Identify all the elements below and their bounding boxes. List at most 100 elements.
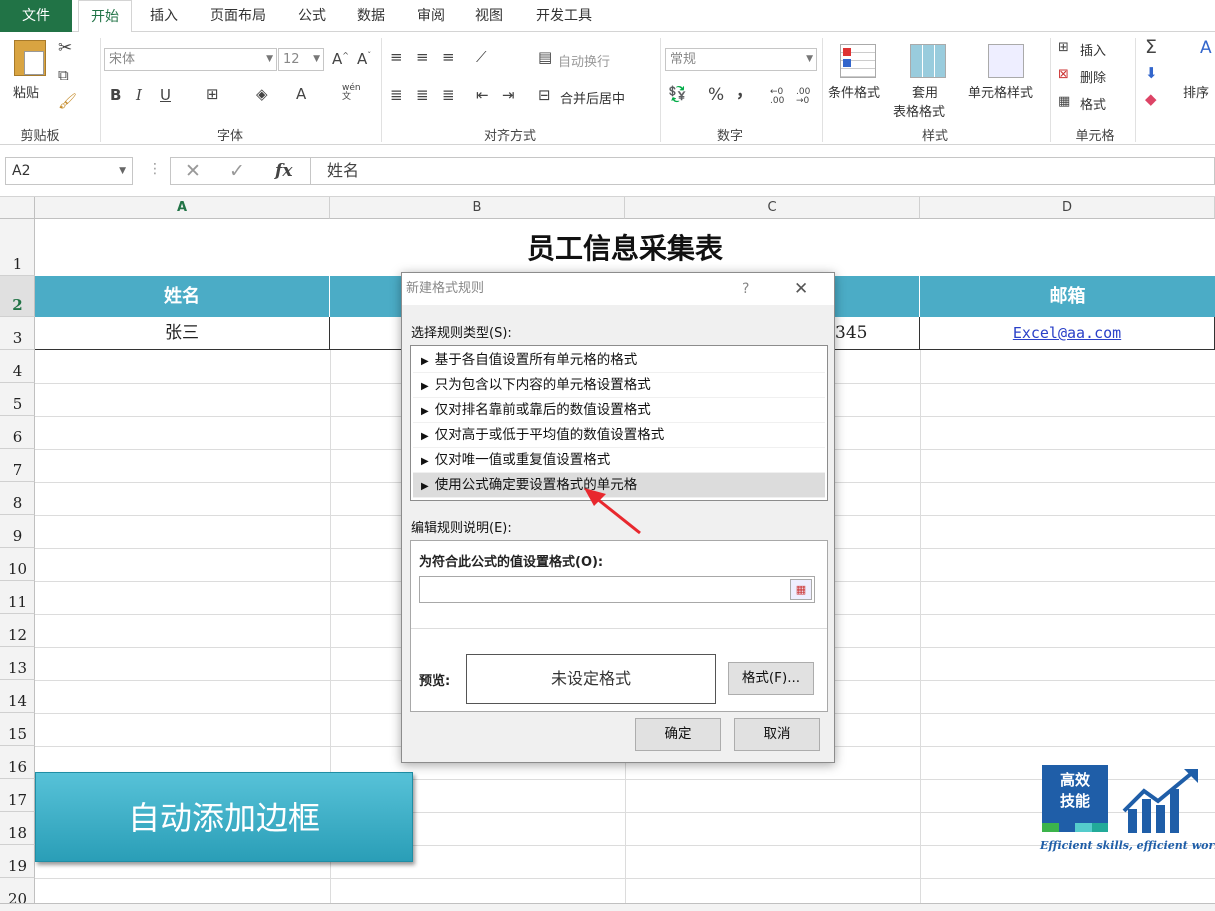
fill-color-icon[interactable]: ◈ [256, 87, 268, 102]
ok-button[interactable]: 确定 [635, 718, 721, 751]
align-center-icon[interactable]: ≣ [416, 88, 429, 103]
row-header[interactable]: 1 [0, 219, 35, 276]
align-middle-icon[interactable]: ≡ [416, 50, 429, 65]
cut-icon[interactable]: ✂ [58, 40, 72, 57]
help-icon[interactable]: ? [742, 273, 749, 305]
auto-border-button[interactable]: 自动添加边框 [35, 772, 413, 862]
row-header[interactable]: 14 [0, 680, 35, 713]
merge-center-icon[interactable]: ⊟ [538, 88, 551, 103]
sheet-title-cell[interactable]: 员工信息采集表 [35, 219, 1215, 276]
format-cells-button[interactable]: 格式 [1080, 94, 1106, 113]
tab-page-layout[interactable]: 页面布局 [200, 0, 276, 32]
align-left-icon[interactable]: ≣ [390, 88, 403, 103]
cancel-button[interactable]: 取消 [734, 718, 820, 751]
font-color-icon[interactable]: A [296, 87, 306, 102]
row-header[interactable]: 17 [0, 779, 35, 812]
cell-styles-button[interactable]: 单元格样式 [968, 82, 1033, 101]
row-header[interactable]: 8 [0, 482, 35, 515]
borders-icon[interactable]: ⊞ [206, 87, 219, 102]
increase-decimal-icon[interactable]: ←0.00 [770, 88, 784, 106]
formula-input[interactable]: 姓名 [310, 157, 1215, 185]
increase-indent-icon[interactable]: ⇥ [502, 88, 515, 103]
column-header-d[interactable]: D [920, 197, 1215, 219]
name-box[interactable]: A2 ▼ [5, 157, 133, 185]
merge-center-button[interactable]: 合并后居中 [560, 88, 625, 107]
rule-item[interactable]: ▶ 仅对排名靠前或靠后的数值设置格式 [413, 398, 825, 423]
row-header[interactable]: 6 [0, 416, 35, 449]
tab-data[interactable]: 数据 [347, 0, 395, 32]
email-link[interactable]: Excel@aa.com [1013, 324, 1121, 342]
rule-item[interactable]: ▶ 仅对唯一值或重复值设置格式 [413, 448, 825, 473]
comma-button[interactable]: ， [736, 84, 753, 101]
wrap-text-icon[interactable]: ▤ [538, 50, 552, 65]
row-header[interactable]: 2 [0, 276, 35, 317]
tab-insert[interactable]: 插入 [140, 0, 188, 32]
tab-home[interactable]: 开始 [78, 0, 132, 33]
format-as-table-line2[interactable]: 表格格式 [893, 101, 945, 120]
insert-cells-button[interactable]: 插入 [1080, 40, 1106, 59]
font-size-combo[interactable]: 12 ▼ [278, 48, 324, 71]
clear-icon[interactable]: ◆ [1145, 92, 1157, 107]
rule-item[interactable]: ▶ 基于各自值设置所有单元格的格式 [413, 348, 825, 373]
orientation-icon[interactable]: ⟋ [476, 50, 487, 65]
row-header[interactable]: 7 [0, 449, 35, 482]
paste-icon[interactable] [14, 40, 46, 76]
data-cell-d3[interactable]: Excel@aa.com [920, 317, 1215, 350]
decrease-indent-icon[interactable]: ⇤ [476, 88, 489, 103]
rule-type-list[interactable]: ▶ 基于各自值设置所有单元格的格式 ▶ 只为包含以下内容的单元格设置格式 ▶ 仅对排名… [410, 345, 828, 501]
row-header[interactable]: 12 [0, 614, 35, 647]
row-header[interactable]: 11 [0, 581, 35, 614]
range-picker-icon[interactable]: ▦ [790, 579, 812, 600]
row-header[interactable]: 16 [0, 746, 35, 779]
row-header[interactable]: 9 [0, 515, 35, 548]
percent-button[interactable]: % [708, 87, 724, 104]
insert-cells-icon[interactable]: ⊞ [1058, 41, 1069, 54]
tab-developer[interactable]: 开发工具 [524, 0, 604, 32]
delete-cells-button[interactable]: 删除 [1080, 67, 1106, 86]
sort-filter-button[interactable]: 排序 [1183, 82, 1209, 101]
copy-icon[interactable]: ⧉ [58, 68, 69, 83]
format-as-table-icon[interactable] [910, 44, 946, 78]
conditional-format-icon[interactable] [840, 44, 876, 78]
data-cell-a3[interactable]: 张三 [35, 317, 330, 350]
bold-button[interactable]: B [110, 88, 121, 103]
accounting-format-icon[interactable]: 💱 [668, 87, 687, 102]
tab-view[interactable]: 视图 [466, 0, 512, 32]
delete-cells-icon[interactable]: ⊠ [1058, 68, 1069, 81]
column-header-c[interactable]: C [625, 197, 920, 219]
fill-icon[interactable]: ⬇ [1145, 66, 1158, 81]
sort-filter-icon[interactable]: A [1200, 40, 1212, 57]
align-top-icon[interactable]: ≡ [390, 50, 403, 65]
select-all-corner[interactable] [0, 197, 35, 219]
row-header[interactable]: 3 [0, 317, 35, 350]
cell-styles-icon[interactable] [988, 44, 1024, 78]
tab-file[interactable]: 文件 [0, 0, 72, 32]
row-header[interactable]: 5 [0, 383, 35, 416]
insert-function-icon[interactable]: fx [275, 161, 292, 181]
row-header[interactable]: 10 [0, 548, 35, 581]
align-bottom-icon[interactable]: ≡ [442, 50, 455, 65]
number-format-combo[interactable]: 常规 ▼ [665, 48, 817, 71]
formula-field[interactable]: ▦ [419, 576, 815, 603]
tab-review[interactable]: 审阅 [408, 0, 454, 32]
rule-item[interactable]: ▶ 仅对高于或低于平均值的数值设置格式 [413, 423, 825, 448]
close-icon[interactable]: ✕ [794, 273, 808, 305]
decrease-decimal-icon[interactable]: .00 →0 [796, 88, 810, 106]
row-header[interactable]: 4 [0, 350, 35, 383]
column-header-a[interactable]: A [35, 197, 330, 219]
tab-formulas[interactable]: 公式 [290, 0, 334, 32]
format-cells-icon[interactable]: ▦ [1058, 95, 1070, 108]
paste-button[interactable]: 粘贴 [13, 82, 39, 101]
column-header-b[interactable]: B [330, 197, 625, 219]
shrink-font-icon[interactable]: Aˇ [357, 52, 371, 67]
font-name-combo[interactable]: 宋体 ▼ [104, 48, 277, 71]
phonetic-icon[interactable]: wén 文 [342, 84, 361, 102]
confirm-icon[interactable]: ✓ [229, 160, 245, 182]
conditional-format-button[interactable]: 条件格式 [828, 82, 880, 101]
format-as-table-line1[interactable]: 套用 [912, 82, 938, 101]
row-header[interactable]: 19 [0, 845, 35, 878]
wrap-text-button[interactable]: 自动换行 [558, 51, 610, 70]
row-header[interactable]: 13 [0, 647, 35, 680]
format-painter-icon[interactable]: 🖌 [58, 94, 77, 109]
header-cell-name[interactable]: 姓名 [35, 276, 330, 317]
